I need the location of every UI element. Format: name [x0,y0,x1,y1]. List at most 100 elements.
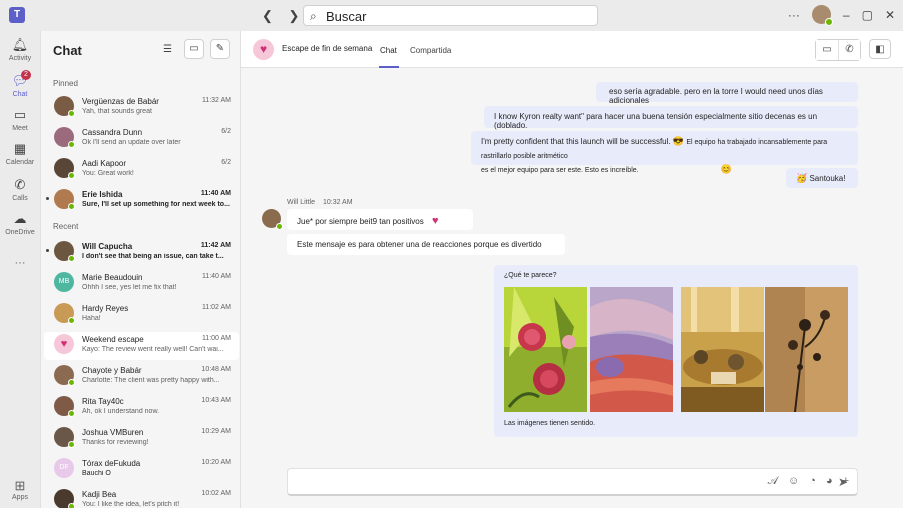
message-bubble[interactable]: Jue* por siempre beit9 tan positivos ♥ [287,209,473,230]
minimize-button[interactable]: – [843,8,850,22]
app-rail: 🔔︎ Activity 💬︎ 2 Chat ▭ Meet ▦ Calendar … [0,31,40,508]
video-icon: ▭ [822,44,832,55]
chat-list-item[interactable]: Chayote y Babár Charlotte: The client was… [44,363,239,391]
chat-time: 6/2 [221,128,231,135]
chat-list-item[interactable]: Joshua VMBuren Thanks for reviewing! 10:29… [44,425,239,453]
chat-list-item[interactable]: Will Capucha I don't see that being an is… [44,239,239,267]
meet-now-button[interactable]: ▭ [184,39,204,59]
photo-flowers[interactable] [765,287,848,412]
chat-name: Marie Beaudouin [82,273,143,282]
audio-call-button[interactable]: ✆ [838,40,860,60]
more-options-icon[interactable]: ··· [788,8,800,22]
rail-chat[interactable]: 💬︎ 2 Chat [0,70,40,98]
chat-list-title: Chat [53,43,82,58]
format-icon[interactable]: 𝒜 [768,475,778,488]
photo-table[interactable] [681,287,764,412]
chat-time: 10:43 AM [201,397,231,404]
unread-badge: 2 [21,70,31,80]
chat-list-item[interactable]: Vergüenzas de Babár Yah, that sounds grea… [44,94,239,122]
rail-label: Calls [12,195,28,202]
rail-label: Chat [12,91,28,98]
filter-icon[interactable]: ☰ [163,44,172,55]
chat-name: Tórax deFukuda [82,459,141,468]
presence-available-icon [68,110,75,117]
gif-icon[interactable]: ◔ [809,475,816,488]
chat-preview: Sure, I'll set up something for next wee… [82,201,230,208]
smile-emoji-icon: 😊 [720,164,732,174]
message-bubble[interactable]: I know Kyron realty want" para hacer una… [484,106,858,130]
chat-time: 10:48 AM [201,366,231,373]
chat-name: Chayote y Babár [82,366,142,375]
heart-icon: ♥ [253,39,274,60]
video-call-button[interactable]: ▭ [816,40,838,60]
chat-preview: Ohhh I see, yes let me fix that! [82,284,177,291]
open-panel-button[interactable]: ◧ [869,39,891,59]
profile-avatar[interactable] [811,5,833,26]
sticker-icon[interactable]: ◕ [826,475,833,488]
message-text: I know Kyron realty want" para hacer una… [494,112,818,130]
message-bubble[interactable]: I'm pretty confident that this launch wi… [471,131,858,174]
presence-available-icon [68,317,75,324]
chat-list-item[interactable]: Cassandra Dunn Ok I'll send an update ove… [44,125,239,153]
chat-list-item[interactable]: Aadi Kapoor You: Great work! 6/2 [44,156,239,184]
teams-logo-icon: T [9,7,25,23]
avatar [54,396,75,417]
emoji-icon[interactable]: ☺ [788,475,799,488]
search-box[interactable]: ⌕ Buscar [303,5,598,26]
chat-list-item[interactable]: DF Tórax deFukuda Bauchi O 10:20 AM [44,456,239,484]
conversation-pane: ♥ Escape de fin de semana Chat Compartid… [241,31,903,508]
message-bubble[interactable]: eso sería agradable. pero en la torre I … [596,82,858,105]
side-panel-icon: ◧ [875,44,885,55]
message-text-part: I'm pretty confident that this launch wi… [481,137,671,146]
chat-time: 10:20 AM [201,459,231,466]
chat-list-item[interactable]: Rita Tay40c Ah, ok I understand now. 10:43… [44,394,239,422]
chat-name: Erie Ishida [82,190,123,199]
maximize-button[interactable]: ▢ [862,8,873,22]
rail-label: OneDrive [5,229,35,236]
rail-activity[interactable]: 🔔︎ Activity [0,37,40,62]
heart-reaction-icon[interactable]: ♥ [432,215,439,227]
photo-roses[interactable] [504,287,587,412]
message-text: Este mensaje es para obtener una de reac… [297,240,542,249]
photo-question: ¿Qué te parece? [504,272,557,279]
new-chat-button[interactable]: ✎ [210,39,230,59]
apps-label: Apps [12,494,28,501]
avatar[interactable] [262,209,283,230]
chat-list-actions: ☰ ▭ ✎ [163,39,230,59]
chat-list-item[interactable]: MB Marie Beaudouin Ohhh I see, yes let me … [44,270,239,298]
chevron-left-icon[interactable]: ❮ [262,8,273,24]
sender-name: Will Little [287,199,316,206]
rail-calendar[interactable]: ▦ Calendar [0,141,40,166]
photo-message[interactable]: ¿Qué te parece? Las imágenes tienen sent… [494,265,858,437]
video-icon: ▭ [13,107,27,122]
message-text: Jue* por siempre beit9 tan positivos [297,217,424,226]
message-bubble[interactable]: 🥳 Santouka! [786,168,858,188]
send-icon[interactable]: ➤ [838,475,848,489]
chat-list-item[interactable]: ♥ Weekend escape Kayo: The review went rea… [44,332,239,360]
rail-calls[interactable]: ✆ Calls [0,177,40,202]
search-input[interactable]: Buscar [326,9,366,24]
chevron-right-icon[interactable]: ❯ [289,8,300,24]
section-recent: Recent [53,222,79,231]
chat-time: 10:29 AM [201,428,231,435]
chat-list-item[interactable]: Erie Ishida Sure, I'll set up something f… [44,187,239,215]
chat-preview: Kayo: The review went really well! Can't… [82,346,224,353]
message-text-part: es el mejor equipo para ser este. Esto e… [481,167,639,174]
rail-more[interactable]: ··· [0,257,40,269]
rail-meet[interactable]: ▭ Meet [0,107,40,132]
presence-available-icon [68,441,75,448]
tab-shared[interactable]: Compartida [410,46,451,55]
avatar [54,127,75,148]
avatar [54,241,75,262]
close-button[interactable]: ✕ [885,8,895,22]
message-bubble[interactable]: Este mensaje es para obtener una de reac… [287,234,565,255]
presence-available-icon [68,503,75,508]
message-composer[interactable]: 𝒜 ☺ ◔ ◕ + [287,468,858,496]
tab-chat[interactable]: Chat [380,46,397,55]
apps-button[interactable]: ⊞ Apps [6,478,34,501]
chat-name: Kadji Bea [82,490,117,499]
chat-list-item[interactable]: Kadji Bea You: I like the idea, let's pit… [44,487,239,508]
photo-mountains[interactable] [590,287,673,412]
rail-onedrive[interactable]: ☁ OneDrive [0,211,40,236]
chat-list-item[interactable]: Hardy Reyes Haha! 11:02 AM [44,301,239,329]
